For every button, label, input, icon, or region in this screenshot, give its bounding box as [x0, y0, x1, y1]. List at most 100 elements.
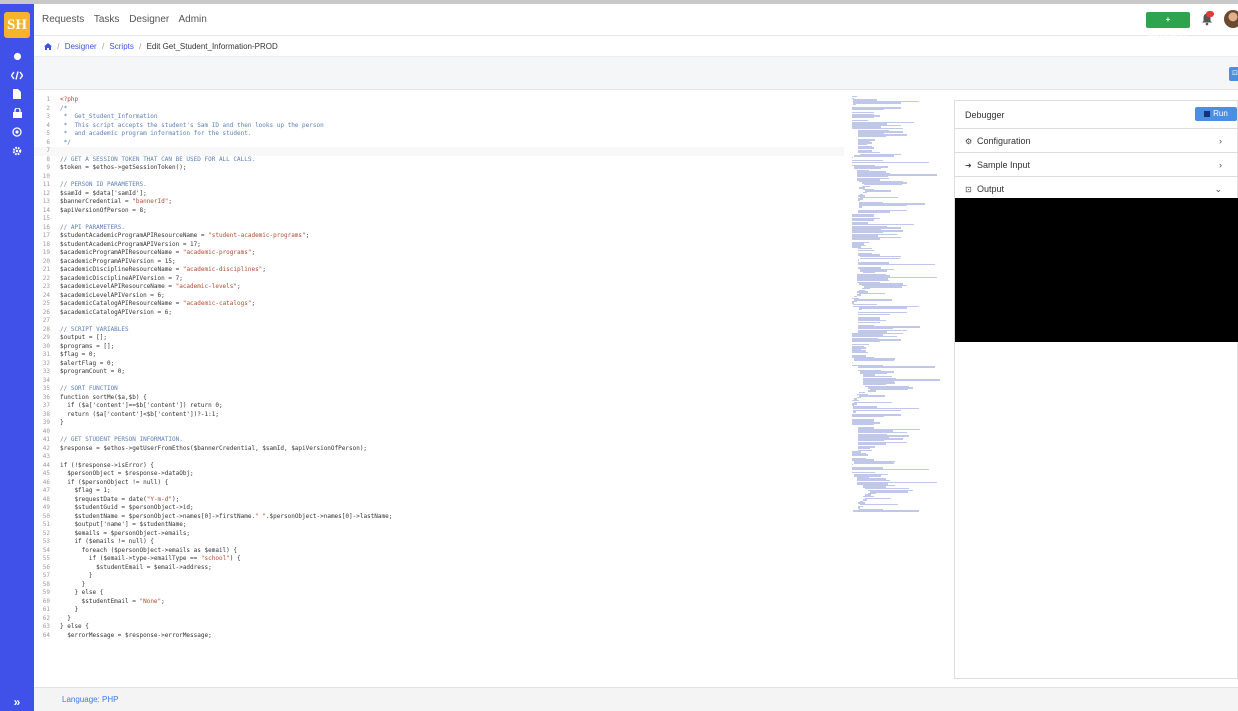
code-line[interactable]: 49 $studentGuid = $personObject->id;	[34, 504, 844, 513]
home-icon[interactable]	[44, 43, 52, 50]
code-line[interactable]: 8 // GET A SESSION TOKEN THAT CAN BE USED…	[34, 156, 844, 165]
minimap-line	[859, 395, 886, 397]
code-line[interactable]: 11 // PERSON ID PARAMETERS.	[34, 181, 844, 190]
code-line[interactable]: 33 $programCount = 0;	[34, 368, 844, 377]
code-line[interactable]: 6 */	[34, 139, 844, 148]
code-line[interactable]: 64 $errorMessage = $response->errorMessa…	[34, 632, 844, 641]
code-text: $programCount = 0;	[60, 368, 126, 375]
code-line[interactable]: 28 // SCRIPT VARIABLES	[34, 326, 844, 335]
sidebar-item-target[interactable]	[0, 123, 34, 141]
code-line[interactable]: 10	[34, 173, 844, 182]
play-icon	[1204, 111, 1211, 117]
sidebar-expand-icon[interactable]: »	[0, 692, 34, 711]
sidebar-item-requests[interactable]	[0, 47, 34, 65]
code-line[interactable]: 57 }	[34, 572, 844, 581]
code-line[interactable]: 45 $personObject = $response->dataObj;	[34, 470, 844, 479]
code-line[interactable]: 48 $requestDate = date("Y-m-d");	[34, 496, 844, 505]
code-line[interactable]: 29 $output = [];	[34, 334, 844, 343]
code-line[interactable]: 52 $emails = $personObject->emails;	[34, 530, 844, 539]
code-line[interactable]: 27	[34, 317, 844, 326]
code-line[interactable]: 38 return ($a['content']<$b['content'])?…	[34, 411, 844, 420]
code-line[interactable]: 23 $academicLevelAPIResourceName = "acade…	[34, 283, 844, 292]
toggle-panel-button[interactable]: ⊡	[1229, 67, 1238, 81]
line-number: 30	[42, 342, 50, 350]
minimap-line	[865, 190, 892, 192]
code-minimap[interactable]	[852, 96, 940, 516]
code-line[interactable]: 62 }	[34, 615, 844, 624]
code-text: return ($a['content']<$b['content'])?-1:…	[60, 410, 219, 418]
code-line[interactable]: 54 foreach ($personObject->emails as $em…	[34, 547, 844, 556]
code-line[interactable]: 19 $academicProgramAPIResourceName = "aca…	[34, 249, 844, 258]
sidebar-item-documents[interactable]	[0, 85, 34, 103]
configuration-section[interactable]: ⚙ Configuration ›	[955, 129, 1238, 153]
code-line[interactable]: 60 $studentEmail = "None";	[34, 598, 844, 607]
code-line[interactable]: 16 // API PARAMETERS.	[34, 224, 844, 233]
minimap-line	[858, 443, 886, 445]
code-line[interactable]: 21 $academicDisciplineResourceName = "aca…	[34, 266, 844, 275]
code-line[interactable]: 36 function sortMe($a,$b) {	[34, 394, 844, 403]
code-line[interactable]: 3 * Get_Student_Information	[34, 113, 844, 122]
new-request-button[interactable]: + REQUEST	[1146, 12, 1190, 40]
code-line[interactable]: 43	[34, 453, 844, 462]
code-line[interactable]: 12 $samId = $data['samId'];	[34, 190, 844, 199]
code-line[interactable]: 55 if ($email->type->emailType == "schoo…	[34, 555, 844, 564]
breadcrumb-scripts[interactable]: Scripts	[109, 42, 133, 51]
code-line[interactable]: 35 // SORT FUNCTION	[34, 385, 844, 394]
breadcrumb-designer[interactable]: Designer	[65, 42, 97, 51]
app-logo[interactable]: SH	[4, 12, 30, 38]
sidebar-item-scripts[interactable]	[0, 66, 34, 84]
nav-admin[interactable]: Admin	[178, 14, 206, 25]
code-line[interactable]: 50 $studentName = $personObject->names[0…	[34, 513, 844, 522]
code-line[interactable]: 14 $apiVersionOfPerson = 8;	[34, 207, 844, 216]
code-line[interactable]: 59 } else {	[34, 589, 844, 598]
sidebar-item-settings[interactable]	[0, 142, 34, 160]
code-line[interactable]: 51 $output['name'] = $studentName;	[34, 521, 844, 530]
nav-requests[interactable]: Requests	[42, 14, 84, 25]
code-line[interactable]: 4 * This script accepts the student's Sa…	[34, 122, 844, 131]
sidebar-item-security[interactable]	[0, 104, 34, 122]
code-line[interactable]: 46 if ($personObject != null) {	[34, 479, 844, 488]
code-line[interactable]: 7	[34, 147, 844, 156]
code-line[interactable]: 9 $token = $ethos->getSessionToken();	[34, 164, 844, 173]
code-line[interactable]: 30 $programs = [];	[34, 343, 844, 352]
code-line[interactable]: 31 $flag = 0;	[34, 351, 844, 360]
code-line[interactable]: 20 $academicProgramAPIVersion = 15;	[34, 258, 844, 267]
code-line[interactable]: 34	[34, 377, 844, 386]
code-line[interactable]: 1 <?php	[34, 96, 844, 105]
code-line[interactable]: 24 $academicLevelAPIVersion = 6;	[34, 292, 844, 301]
code-line[interactable]: 32 $alertFlag = 0;	[34, 360, 844, 369]
code-line[interactable]: 37 if ($a['content']==$b['content']) ret…	[34, 402, 844, 411]
code-editor[interactable]: 1 <?php 2/* 3 * Get_Student_Information 4 * …	[34, 90, 940, 687]
code-text: // SORT FUNCTION	[60, 385, 118, 392]
code-line[interactable]: 17 $studentAcademicProgramAPIResourceName…	[34, 232, 844, 241]
code-line[interactable]: 58 }	[34, 581, 844, 590]
code-line[interactable]: 15	[34, 215, 844, 224]
code-line[interactable]: 39}	[34, 419, 844, 428]
nav-designer[interactable]: Designer	[129, 14, 169, 25]
code-line[interactable]: 41 // GET STUDENT PERSON INFORMATION.	[34, 436, 844, 445]
code-line[interactable]: 40	[34, 428, 844, 437]
line-number: 12	[42, 189, 50, 197]
code-line[interactable]: 18 $studentAcademicProgramAPIVersion = 17…	[34, 241, 844, 250]
code-line[interactable]: 2 /*	[34, 105, 844, 114]
code-line[interactable]: 47 $flag = 1;	[34, 487, 844, 496]
sample-input-section[interactable]: ➜ Sample Input ›	[955, 153, 1238, 177]
code-line[interactable]: 42 $response = $ethos->getUserFromEthos($…	[34, 445, 844, 454]
code-line[interactable]: 63} else {	[34, 623, 844, 632]
code-line[interactable]: 22 $academicDisciplineAPIVersion = 7;	[34, 275, 844, 284]
nav-tasks[interactable]: Tasks	[94, 14, 120, 25]
code-line[interactable]: 13 $bannerCredential = "bannerId";	[34, 198, 844, 207]
code-line[interactable]: 26 $academicCatalogAPIVersion = 6;	[34, 309, 844, 318]
breadcrumb: / Designer / Scripts / Edit Get_Student_…	[34, 37, 1238, 57]
code-line[interactable]: 56 $studentEmail = $email->address;	[34, 564, 844, 573]
minimap-line	[859, 204, 907, 207]
code-line[interactable]: 25 $academicCatalogAPIResourceName = "aca…	[34, 300, 844, 309]
user-avatar[interactable]	[1224, 10, 1238, 28]
code-text: if (!$response->isError) {	[60, 461, 154, 469]
output-console[interactable]	[955, 198, 1238, 342]
code-line[interactable]: 61 }	[34, 606, 844, 615]
run-button[interactable]: Run	[1195, 107, 1237, 121]
code-line[interactable]: 44 if (!$response->isError) {	[34, 462, 844, 471]
code-line[interactable]: 5 * and academic program information for…	[34, 130, 844, 139]
code-line[interactable]: 53 if ($emails != null) {	[34, 538, 844, 547]
